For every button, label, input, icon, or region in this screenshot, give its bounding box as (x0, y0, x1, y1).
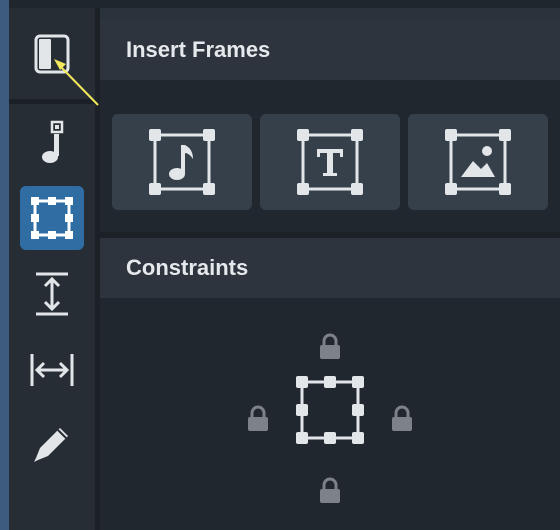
lock-top-icon[interactable] (318, 333, 342, 366)
vertical-spacing-button[interactable] (20, 262, 84, 326)
constraints-title: Constraints (126, 255, 249, 280)
toolbar-divider (9, 99, 95, 104)
horizontal-spacing-icon (30, 354, 74, 386)
panel-toggle-button[interactable] (20, 22, 84, 86)
frame-select-button[interactable] (20, 186, 84, 250)
note-input-button[interactable] (20, 110, 84, 174)
pen-button[interactable] (20, 412, 84, 476)
vertical-spacing-icon (36, 272, 68, 316)
lock-right-icon[interactable] (390, 405, 414, 438)
lock-left-icon[interactable] (246, 405, 270, 438)
top-border (9, 0, 560, 8)
insert-frames-header[interactable]: Insert Frames (100, 20, 560, 80)
music-frame-icon (149, 129, 215, 195)
lock-bottom-icon[interactable] (318, 477, 342, 510)
image-frame-icon (445, 129, 511, 195)
constraint-frame-icon (296, 376, 364, 449)
insert-text-frame-button[interactable] (260, 114, 400, 210)
insert-image-frame-button[interactable] (408, 114, 548, 210)
panel-toggle-icon (34, 34, 70, 74)
window-edge (0, 0, 9, 530)
constraints-header[interactable]: Constraints (100, 238, 560, 298)
insert-frames-title: Insert Frames (126, 37, 271, 62)
pen-icon (34, 428, 68, 462)
frame-select-icon (31, 197, 73, 239)
text-frame-icon (297, 129, 363, 195)
insert-music-frame-button[interactable] (112, 114, 252, 210)
app-window: Insert Frames Constraints (0, 0, 560, 530)
horizontal-spacing-button[interactable] (20, 338, 84, 402)
note-input-icon (42, 120, 64, 163)
